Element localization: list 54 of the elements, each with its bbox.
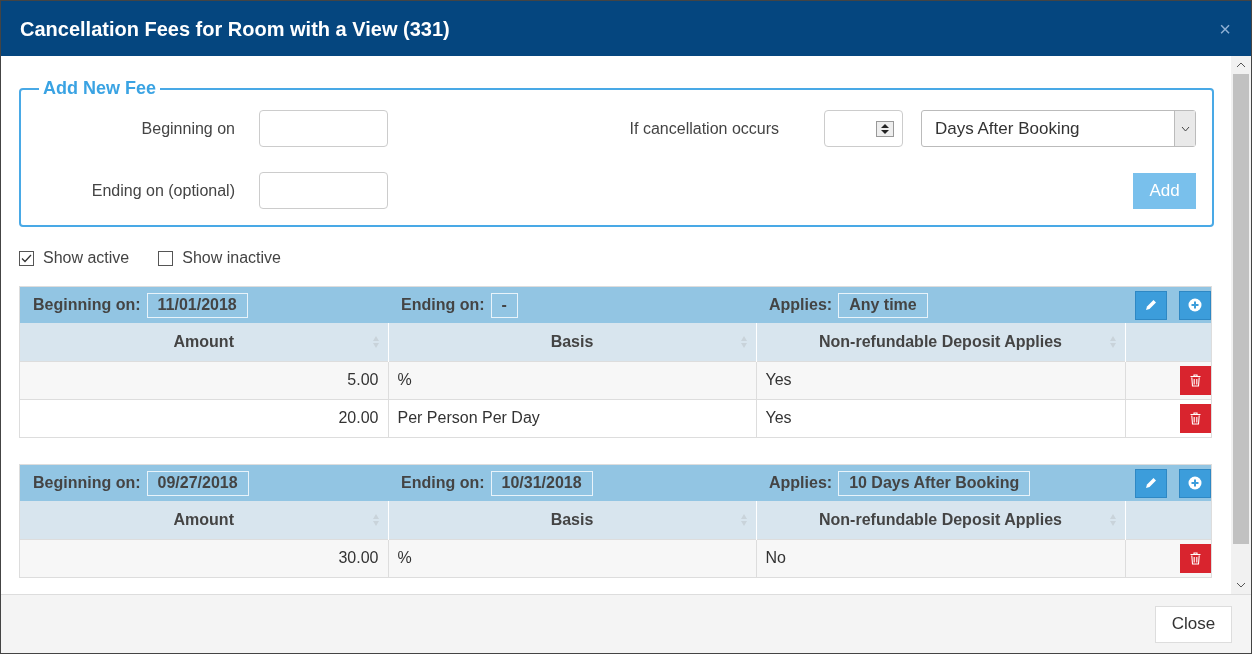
pencil-icon <box>1144 476 1158 490</box>
checkbox[interactable] <box>158 250 174 266</box>
group-field-label: Applies: <box>769 295 833 315</box>
date-input[interactable] <box>259 110 388 147</box>
plus-circle-icon <box>1188 298 1202 312</box>
group-field-label: Beginning on: <box>33 473 141 493</box>
table-cell: % <box>388 539 756 577</box>
table-cell: 30.00 <box>20 539 388 577</box>
checkbox[interactable] <box>19 250 34 266</box>
group-field-value: 10 Days After Booking <box>838 470 1031 496</box>
column-header[interactable]: Basis <box>388 501 756 539</box>
window-title: Cancellation Fees for Room with a View (331) <box>20 16 450 42</box>
group-field-label: Applies: <box>769 473 833 493</box>
group-field-label: Ending on: <box>401 295 485 315</box>
column-header[interactable]: Amount <box>20 501 388 539</box>
checkbox-label: Show inactive <box>182 248 281 268</box>
trash-icon <box>1190 373 1201 387</box>
delete-button[interactable] <box>1180 403 1211 433</box>
add-row-button[interactable] <box>1179 290 1211 320</box>
edit-button[interactable] <box>1135 290 1167 320</box>
scrollbar[interactable] <box>1231 56 1251 594</box>
edit-button[interactable] <box>1135 468 1167 498</box>
trash-icon <box>1190 551 1201 565</box>
spinner-arrows-icon[interactable] <box>876 120 894 137</box>
delete-button[interactable] <box>1180 543 1211 573</box>
pencil-icon <box>1144 298 1158 312</box>
field-label: Beginning on <box>140 118 235 139</box>
group-field-label: Beginning on: <box>33 295 141 315</box>
panel-legend: Add New Fee <box>39 75 161 102</box>
column-header[interactable]: Non-refundable Deposit Applies <box>756 323 1125 361</box>
close-button[interactable]: Close <box>1155 605 1232 643</box>
group-field-value: 11/01/2018 <box>146 292 248 318</box>
trash-icon <box>1190 411 1201 425</box>
group-field-value: 09/27/2018 <box>146 470 249 496</box>
column-header[interactable]: Amount <box>20 323 388 361</box>
field-label: Ending on (optional) <box>90 180 235 201</box>
checkbox-label: Show active <box>43 248 130 268</box>
column-header[interactable]: Basis <box>388 323 756 361</box>
group-field-value: Any time <box>838 292 928 318</box>
table-cell: No <box>756 539 1125 577</box>
group-field-label: Ending on: <box>401 473 485 493</box>
dropdown-caret-icon <box>1180 125 1190 132</box>
basis-select[interactable]: Days After Booking <box>921 110 1196 147</box>
table-cell: 20.00 <box>20 399 388 437</box>
field-label: If cancellation occurs <box>628 118 779 139</box>
group-field-value: 10/31/2018 <box>490 470 593 496</box>
table-cell: Yes <box>756 399 1125 437</box>
column-header[interactable]: Non-refundable Deposit Applies <box>756 501 1125 539</box>
delete-button[interactable] <box>1180 365 1211 395</box>
add-row-button[interactable] <box>1179 468 1211 498</box>
group-field-value: - <box>490 292 518 318</box>
date-input[interactable] <box>259 172 388 209</box>
plus-circle-icon <box>1188 476 1202 490</box>
table-cell: Per Person Per Day <box>388 399 756 437</box>
